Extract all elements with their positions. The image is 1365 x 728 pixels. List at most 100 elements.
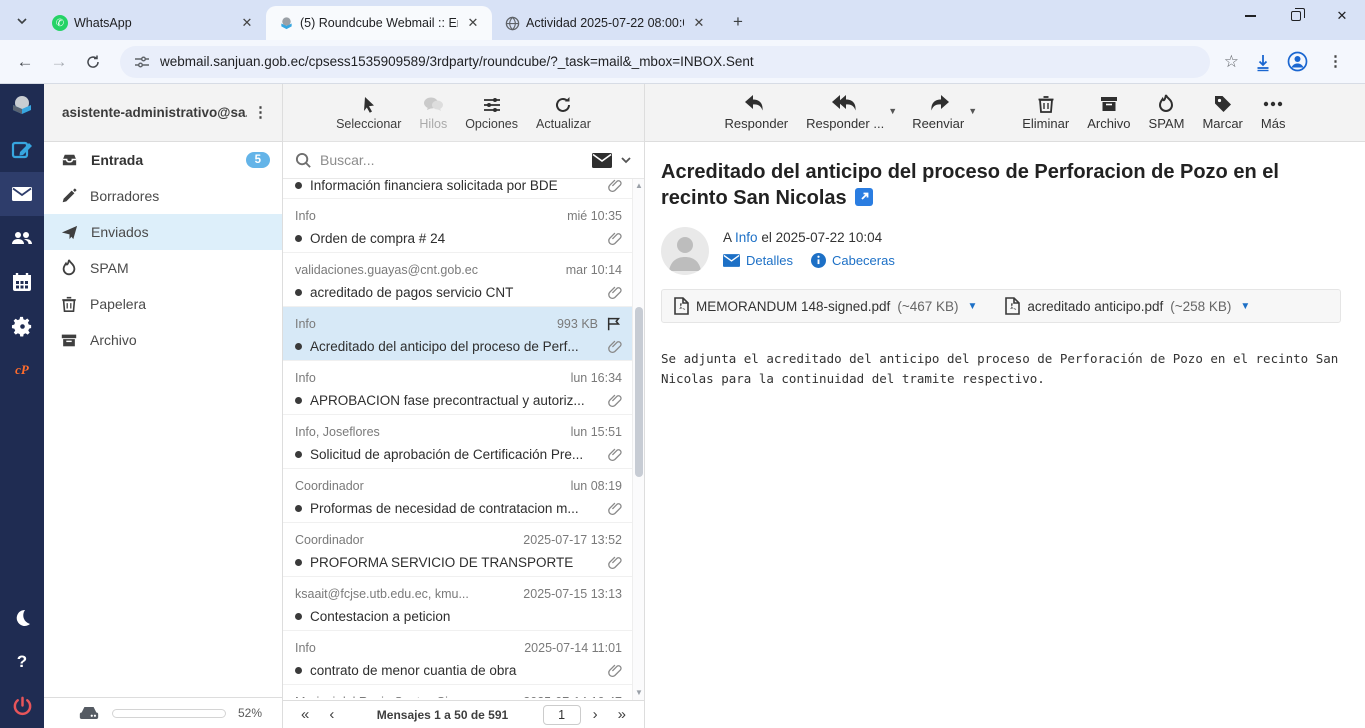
message-row[interactable]: Infolun 16:34 APROBACION fase precontrac… bbox=[283, 361, 632, 415]
attachment-menu-icon[interactable]: ▼ bbox=[968, 301, 978, 312]
select-button[interactable]: Seleccionar bbox=[332, 93, 405, 133]
folder-borradores[interactable]: Borradores bbox=[44, 178, 282, 214]
restore-button[interactable] bbox=[1273, 0, 1319, 32]
headers-link[interactable]: Cabeceras bbox=[811, 253, 895, 268]
scroll-down-icon[interactable]: ▼ bbox=[633, 686, 644, 700]
attachment-item[interactable]: acreditado anticipo.pdf (~258 KB) ▼ bbox=[1005, 297, 1250, 315]
refresh-button[interactable]: Actualizar bbox=[532, 93, 595, 133]
mail-icon bbox=[11, 183, 33, 205]
moon-icon bbox=[12, 608, 32, 628]
tab-whatsapp[interactable]: ✆ WhatsApp ✕ bbox=[40, 6, 266, 40]
close-icon[interactable]: ✕ bbox=[238, 14, 256, 32]
unread-dot bbox=[295, 667, 302, 674]
dark-mode-button[interactable] bbox=[0, 596, 44, 640]
message-row-selected[interactable]: Info993 KB Acreditado del anticipo del p… bbox=[283, 307, 632, 361]
url-text[interactable]: webmail.sanjuan.gob.ec/cpsess1535909589/… bbox=[160, 54, 754, 69]
browser-menu-icon[interactable]: ⋮ bbox=[1322, 54, 1349, 69]
message-row[interactable]: Información financiera solicitada por BD… bbox=[283, 179, 632, 199]
archive-button[interactable]: Archivo bbox=[1085, 92, 1132, 133]
more-button[interactable]: Más bbox=[1259, 92, 1288, 133]
page-input[interactable] bbox=[543, 705, 581, 725]
folder-enviados[interactable]: Enviados bbox=[44, 214, 282, 250]
rail-calendar-button[interactable] bbox=[0, 260, 44, 304]
close-window-button[interactable]: ✕ bbox=[1319, 0, 1365, 32]
last-page-button[interactable]: » bbox=[610, 707, 634, 722]
message-row[interactable]: Coordinadorlun 08:19 Proformas de necesi… bbox=[283, 469, 632, 523]
scroll-up-icon[interactable]: ▲ bbox=[633, 179, 644, 193]
options-button[interactable]: Opciones bbox=[461, 93, 522, 133]
mark-button[interactable]: Marcar bbox=[1200, 92, 1244, 133]
more-icon bbox=[1262, 94, 1284, 114]
open-in-new-window-icon[interactable] bbox=[855, 188, 873, 206]
attachment-menu-icon[interactable]: ▼ bbox=[1240, 301, 1250, 312]
reply-all-button[interactable]: Responder ... ▼ bbox=[804, 92, 886, 133]
rail-contacts-button[interactable] bbox=[0, 216, 44, 260]
message-sender: validaciones.guayas@cnt.gob.ec bbox=[295, 263, 558, 277]
rail-mail-button[interactable] bbox=[0, 172, 44, 216]
flag-icon[interactable] bbox=[606, 316, 622, 332]
message-date: 2025-07-15 13:13 bbox=[523, 587, 622, 601]
rail-settings-button[interactable] bbox=[0, 304, 44, 348]
compose-button[interactable] bbox=[0, 128, 44, 172]
message-subject: Acreditado del anticipo del proceso de P… bbox=[310, 339, 607, 354]
message-row[interactable]: ksaait@fcjse.utb.edu.ec, kmu...2025-07-1… bbox=[283, 577, 632, 631]
url-bar[interactable]: webmail.sanjuan.gob.ec/cpsess1535909589/… bbox=[120, 46, 1210, 78]
search-input[interactable] bbox=[320, 152, 584, 168]
rail-cpanel-button[interactable]: cP bbox=[0, 348, 44, 392]
chevron-down-icon[interactable]: ▼ bbox=[968, 106, 977, 116]
bookmark-star-icon[interactable]: ☆ bbox=[1224, 52, 1239, 72]
message-subject: Información financiera solicitada por BD… bbox=[310, 179, 607, 193]
attachment-item[interactable]: MEMORANDUM 148-signed.pdf (~467 KB) ▼ bbox=[674, 297, 977, 315]
folder-papelera[interactable]: Papelera bbox=[44, 286, 282, 322]
unread-dot bbox=[295, 235, 302, 242]
toolbar-label: Responder ... bbox=[806, 116, 884, 131]
delete-button[interactable]: Eliminar bbox=[1020, 92, 1071, 133]
message-subject: PROFORMA SERVICIO DE TRANSPORTE bbox=[310, 555, 607, 570]
prev-page-button[interactable]: ‹ bbox=[321, 707, 342, 722]
power-icon bbox=[12, 696, 33, 717]
profile-icon[interactable] bbox=[1287, 51, 1308, 72]
reload-button[interactable] bbox=[78, 47, 108, 77]
chevron-down-icon[interactable]: ▼ bbox=[888, 106, 897, 116]
app-rail: cP ? bbox=[0, 84, 44, 728]
tab-strip: ✆ WhatsApp ✕ (5) Roundcube Webmail :: En… bbox=[0, 0, 1365, 40]
logout-button[interactable] bbox=[0, 684, 44, 728]
minimize-button[interactable] bbox=[1227, 0, 1273, 32]
account-menu-icon[interactable]: ⋮ bbox=[247, 105, 274, 120]
spam-button[interactable]: SPAM bbox=[1147, 92, 1187, 133]
details-link[interactable]: Detalles bbox=[723, 253, 793, 268]
new-tab-button[interactable]: + bbox=[724, 8, 752, 36]
folder-spam[interactable]: SPAM bbox=[44, 250, 282, 286]
back-button[interactable]: ← bbox=[10, 47, 40, 77]
downloads-icon[interactable] bbox=[1253, 52, 1273, 72]
tab-search-button[interactable] bbox=[8, 7, 36, 35]
close-icon[interactable]: ✕ bbox=[690, 14, 708, 32]
forward-button[interactable]: → bbox=[44, 47, 74, 77]
search-options-chevron-icon[interactable] bbox=[620, 154, 632, 166]
recipient-link[interactable]: Info bbox=[735, 230, 758, 245]
chevron-down-icon bbox=[16, 15, 28, 27]
message-row[interactable]: Coordinador2025-07-17 13:52 PROFORMA SER… bbox=[283, 523, 632, 577]
tab-roundcube[interactable]: (5) Roundcube Webmail :: Envia ✕ bbox=[266, 6, 492, 40]
folder-archivo[interactable]: Archivo bbox=[44, 322, 282, 358]
message-row[interactable]: Infomié 10:35 Orden de compra # 24 bbox=[283, 199, 632, 253]
unread-dot bbox=[295, 397, 302, 404]
search-scope-mail-icon[interactable] bbox=[592, 153, 612, 168]
tab-actividad[interactable]: Actividad 2025-07-22 08:00:00 ✕ bbox=[492, 6, 718, 40]
first-page-button[interactable]: « bbox=[293, 707, 317, 722]
threads-button[interactable]: Hilos bbox=[415, 93, 451, 133]
message-row[interactable]: Mariuxi del Rocio Santos Si...2025-07-14… bbox=[283, 685, 632, 698]
help-button[interactable]: ? bbox=[0, 640, 44, 684]
restore-icon bbox=[1291, 11, 1301, 21]
forward-button[interactable]: Reenviar ▼ bbox=[910, 92, 966, 133]
folder-entrada[interactable]: Entrada 5 bbox=[44, 142, 282, 178]
list-scrollbar[interactable]: ▲ ▼ bbox=[632, 179, 644, 700]
scrollbar-thumb[interactable] bbox=[635, 307, 643, 477]
message-row[interactable]: validaciones.guayas@cnt.gob.ecmar 10:14 … bbox=[283, 253, 632, 307]
close-icon[interactable]: ✕ bbox=[464, 14, 482, 32]
message-row[interactable]: Info, Josefloreslun 15:51 Solicitud de a… bbox=[283, 415, 632, 469]
next-page-button[interactable]: › bbox=[585, 707, 606, 722]
reply-button[interactable]: Responder bbox=[723, 92, 791, 133]
toolbar-label: Responder bbox=[725, 116, 789, 131]
message-row[interactable]: Info2025-07-14 11:01 contrato de menor c… bbox=[283, 631, 632, 685]
